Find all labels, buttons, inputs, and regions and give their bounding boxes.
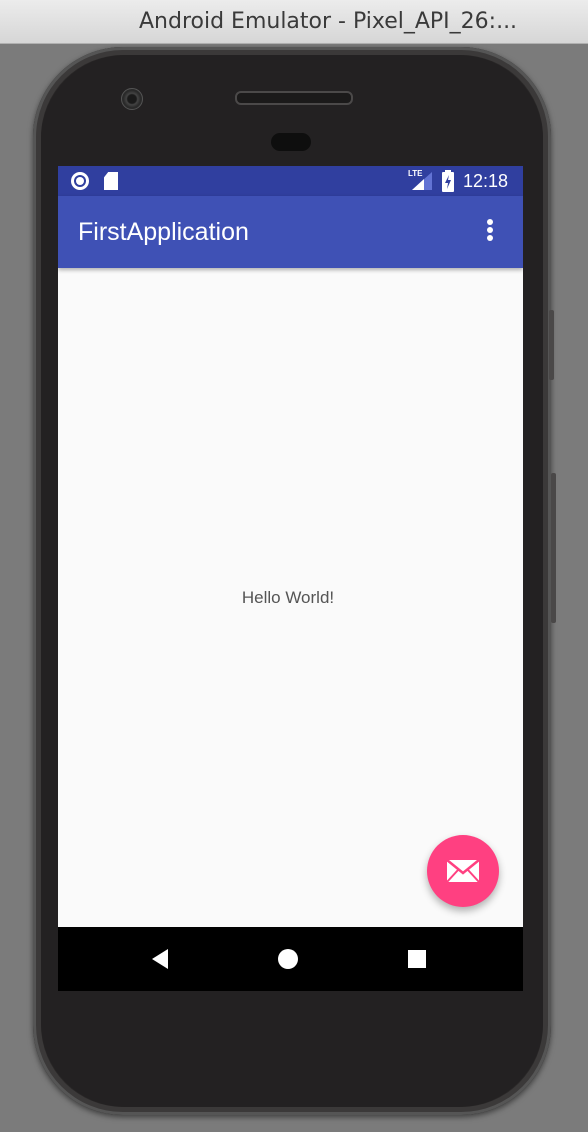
app-title: FirstApplication [78,218,249,246]
app-bar: FirstApplication [58,196,523,268]
power-button[interactable] [549,310,554,380]
navigation-bar [58,927,523,991]
menu-dot [487,227,493,233]
email-icon [446,859,480,883]
front-camera [121,88,143,110]
menu-dot [487,219,493,225]
recents-icon[interactable] [403,945,431,973]
battery-icon [442,170,454,192]
network-type-label: LTE [408,169,423,178]
sd-card-icon [104,172,118,190]
more-vert-icon[interactable] [480,218,500,246]
back-icon[interactable] [146,945,174,973]
menu-dot [487,235,493,241]
proximity-sensor [271,133,311,151]
email-fab-button[interactable] [427,835,499,907]
circle-icon [71,172,89,190]
home-icon[interactable] [274,945,302,973]
clock: 12:18 [463,171,509,191]
earpiece-speaker [235,91,353,105]
status-bar: LTE 12:18 [58,166,523,196]
hello-world-text: Hello World! [241,588,335,607]
volume-button[interactable] [551,473,556,623]
device-screen: LTE 12:18 FirstApplication Hello World! [58,166,523,991]
window-titlebar: Android Emulator - Pixel_API_26:... [0,0,588,44]
window-title: Android Emulator - Pixel_API_26:... [139,9,518,34]
